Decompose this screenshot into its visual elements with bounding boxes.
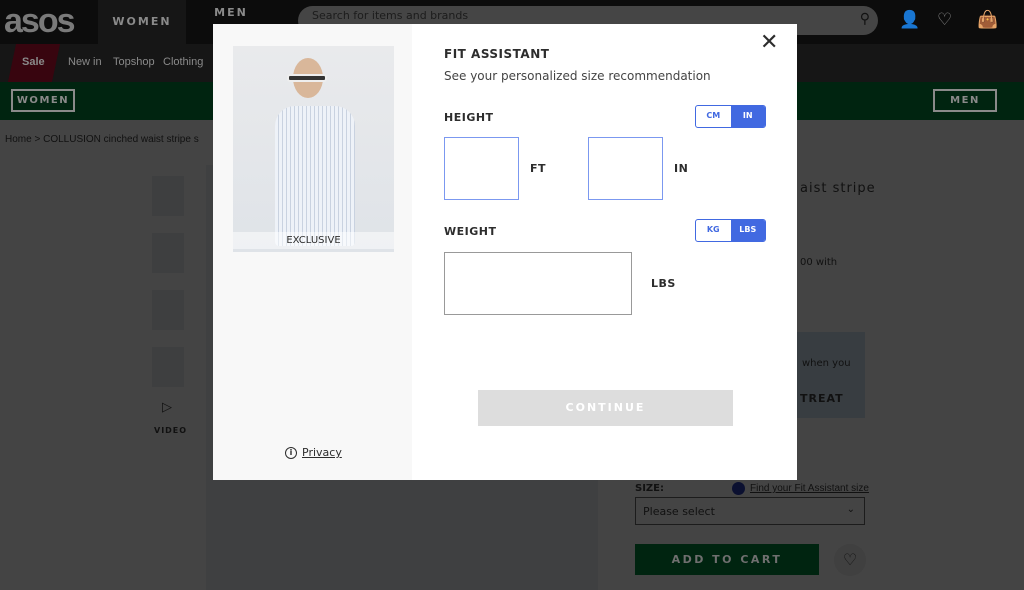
exclusive-badge: EXCLUSIVE xyxy=(233,232,394,249)
height-unit-toggle[interactable]: CM IN xyxy=(695,105,766,128)
heart-icon[interactable]: ♡ xyxy=(937,10,952,30)
height-inches-input[interactable] xyxy=(588,137,663,200)
product-image xyxy=(233,46,394,252)
promo-text: when you xyxy=(802,358,851,369)
nav-sale[interactable]: Sale xyxy=(22,56,45,68)
banner-men-button[interactable]: MEN xyxy=(933,89,997,112)
weight-unit-toggle[interactable]: KG LBS xyxy=(695,219,766,242)
breadcrumb: Home > COLLUSION cinched waist stripe s xyxy=(5,134,199,145)
feet-unit-label: FT xyxy=(530,162,547,175)
size-label: SIZE: xyxy=(635,483,665,494)
save-for-later-button[interactable]: ♡ xyxy=(834,544,866,576)
modal-title: FIT ASSISTANT xyxy=(444,47,550,61)
modal-product-panel: EXCLUSIVE i Privacy xyxy=(213,24,412,480)
weight-label: WEIGHT xyxy=(444,225,497,238)
add-to-cart-button[interactable]: ADD TO CART xyxy=(635,544,819,575)
promo-cta[interactable]: TREAT xyxy=(800,392,844,405)
size-select-value: Please select xyxy=(643,505,715,518)
info-icon: i xyxy=(285,446,297,459)
account-icon[interactable]: 👤 xyxy=(899,10,920,30)
privacy-link-row[interactable]: i Privacy xyxy=(285,446,342,459)
heart-icon: ♡ xyxy=(842,550,858,569)
search-icon[interactable]: ⚲ xyxy=(860,11,870,27)
thumbnail[interactable] xyxy=(152,347,184,387)
thumbnail[interactable] xyxy=(152,176,184,216)
search-placeholder: Search for items and brands xyxy=(312,9,469,22)
continue-button[interactable]: CONTINUE xyxy=(478,390,733,426)
nav-new-in[interactable]: New in xyxy=(68,56,102,68)
chevron-down-icon: ⌄ xyxy=(846,504,855,515)
privacy-link[interactable]: Privacy xyxy=(302,446,342,459)
weight-input[interactable] xyxy=(444,252,632,315)
inches-unit-label: IN xyxy=(674,162,689,175)
height-label: HEIGHT xyxy=(444,111,494,124)
close-icon[interactable]: ✕ xyxy=(760,32,778,54)
unit-kg[interactable]: KG xyxy=(696,220,731,241)
banner-women-button[interactable]: WOMEN xyxy=(11,89,75,112)
tab-women[interactable]: WOMEN xyxy=(98,0,186,44)
fit-assistant-icon xyxy=(732,482,745,495)
height-feet-input[interactable] xyxy=(444,137,519,200)
asos-logo[interactable]: asos xyxy=(4,2,75,41)
product-title: aist stripe xyxy=(800,181,876,196)
bag-icon[interactable]: 👜 xyxy=(977,10,998,30)
modal-subtitle: See your personalized size recommendatio… xyxy=(444,69,711,83)
play-icon[interactable]: ▷ xyxy=(162,400,172,415)
unit-cm[interactable]: CM xyxy=(696,106,731,127)
weight-unit-label: LBS xyxy=(651,277,676,290)
size-select[interactable]: Please select ⌄ xyxy=(635,497,865,525)
fit-assistant-link[interactable]: Find your Fit Assistant size xyxy=(750,483,869,494)
breadcrumb-current: COLLUSION cinched waist stripe s xyxy=(43,134,199,145)
price-note: 00 with xyxy=(800,257,838,268)
breadcrumb-sep: > xyxy=(34,134,41,145)
unit-in[interactable]: IN xyxy=(730,106,765,127)
thumbnail[interactable] xyxy=(152,233,184,273)
nav-clothing[interactable]: Clothing xyxy=(163,56,203,68)
fit-assistant-modal: EXCLUSIVE i Privacy ✕ FIT ASSISTANT See y… xyxy=(213,24,797,480)
thumbnail[interactable] xyxy=(152,290,184,330)
nav-topshop[interactable]: Topshop xyxy=(113,56,155,68)
video-label[interactable]: VIDEO xyxy=(154,426,187,435)
breadcrumb-home[interactable]: Home xyxy=(5,134,32,145)
unit-lbs[interactable]: LBS xyxy=(730,220,765,241)
